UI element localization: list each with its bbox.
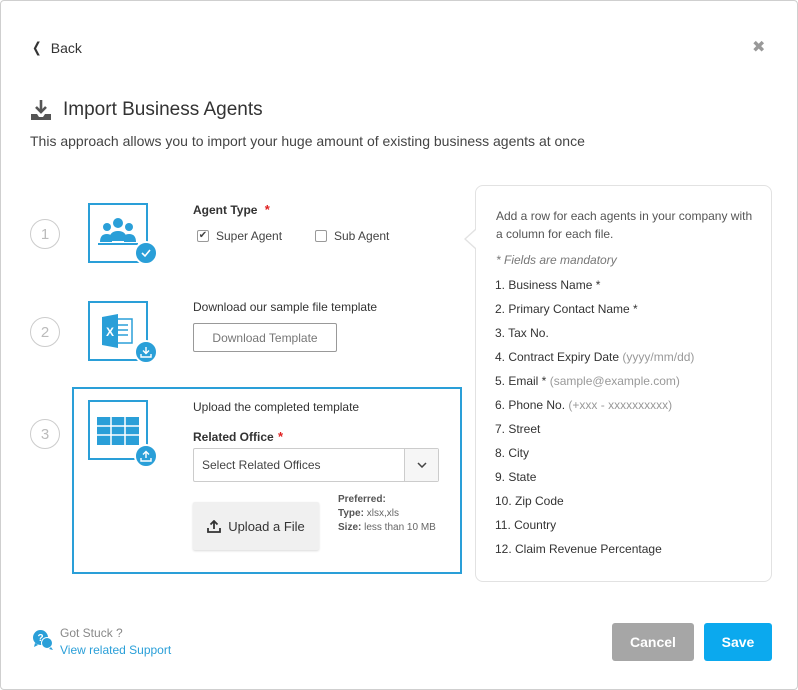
required-mark: * (264, 202, 270, 217)
upload-file-label: Upload a File (228, 518, 305, 534)
agent-type-text: Agent Type (193, 203, 258, 217)
help-chat-icon: ? (33, 630, 53, 650)
field-item: 6. Phone No. (+xxx - xxxxxxxxxx) (495, 398, 673, 412)
field-item: 1. Business Name * (495, 278, 601, 292)
upload-icon (207, 519, 222, 533)
agent-type-label: Agent Type * (193, 202, 270, 217)
field-item: 3. Tax No. (495, 326, 549, 340)
download-template-button[interactable]: Download Template (193, 323, 337, 352)
support-link[interactable]: View related Support (60, 643, 171, 657)
page-header: Import Business Agents (30, 99, 263, 121)
svg-text:?: ? (37, 633, 43, 644)
related-office-value: Select Related Offices (202, 458, 321, 472)
mandatory-note: * Fields are mandatory (496, 253, 617, 267)
step-number-1: 1 (30, 219, 60, 249)
related-office-select[interactable]: Select Related Offices (193, 448, 439, 482)
super-agent-label: Super Agent (216, 229, 283, 243)
field-item: 12. Claim Revenue Percentage (495, 542, 662, 556)
field-item: 7. Street (495, 422, 541, 436)
type-value: xlsx,xls (366, 508, 399, 519)
close-icon[interactable]: ✖ (752, 37, 765, 57)
chevron-left-icon: ❮ (32, 39, 42, 55)
size-label: Size: (338, 522, 362, 533)
super-agent-checkbox[interactable]: ✔ Super Agent (197, 229, 282, 243)
size-value: less than 10 MB (364, 522, 436, 533)
panel-pointer-inner (466, 230, 476, 248)
field-item: 11. Country (495, 518, 557, 532)
back-button[interactable]: ❮ Back (31, 39, 82, 56)
import-agents-modal: ❮ Back ✖ Import Business Agents This app… (0, 0, 798, 690)
back-label: Back (50, 39, 82, 56)
help-title: Got Stuck ? (60, 626, 123, 640)
upload-badge-icon (134, 444, 158, 468)
field-item: 10. Zip Code (495, 494, 564, 508)
step-number-3: 3 (30, 419, 60, 449)
checkbox-unchecked-icon[interactable] (315, 230, 327, 242)
help-section: ? Got Stuck ? View related Support (32, 626, 171, 657)
field-item: 4. Contract Expiry Date (yyyy/mm/dd) (495, 350, 695, 364)
sub-agent-checkbox[interactable]: Sub Agent (315, 229, 389, 243)
instructions-intro: Add a row for each agents in your compan… (496, 209, 753, 241)
file-preferences: Preferred: Type: xlsx,xls Size: less tha… (338, 493, 436, 535)
cancel-button[interactable]: Cancel (612, 623, 694, 661)
field-item: 5. Email * (sample@example.com) (495, 374, 680, 388)
upload-file-button[interactable]: Upload a File (193, 502, 319, 550)
page-title: Import Business Agents (63, 99, 263, 120)
type-label: Type: (338, 508, 364, 519)
field-list: 1. Business Name * 2. Primary Contact Na… (495, 277, 694, 565)
field-item: 8. City (495, 446, 530, 460)
page-subtitle: This approach allows you to import your … (30, 133, 585, 149)
import-icon (31, 100, 51, 120)
sub-agent-label: Sub Agent (334, 229, 390, 243)
download-template-label: Download our sample file template (193, 300, 378, 314)
chevron-down-icon[interactable] (404, 449, 438, 481)
upload-template-label: Upload the completed template (193, 400, 360, 414)
download-badge-icon (134, 340, 158, 364)
save-button[interactable]: Save (704, 623, 772, 661)
svg-text:X: X (106, 325, 114, 339)
field-item: 9. State (495, 470, 537, 484)
related-office-text: Related Office (193, 430, 274, 444)
check-badge-icon (134, 241, 158, 265)
related-office-label: Related Office * (193, 429, 283, 444)
step-number-2: 2 (30, 317, 60, 347)
required-mark: * (278, 429, 284, 444)
preferred-label: Preferred: (338, 494, 386, 505)
field-item: 2. Primary Contact Name * (495, 302, 638, 316)
checkbox-checked-icon[interactable]: ✔ (197, 230, 209, 242)
